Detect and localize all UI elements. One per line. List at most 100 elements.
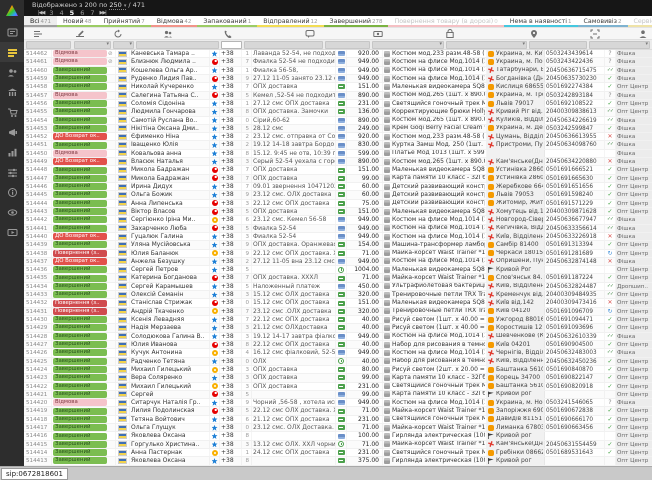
per-page-dropdown[interactable]: 250 ▾ — [109, 1, 126, 10]
table-row[interactable]: 514453 Завершений Нікітіна Оксана Дми.. … — [24, 125, 652, 133]
table-row[interactable]: 514461 Відмова ⊘ Близнюк Людмила .. +38 … — [24, 58, 652, 66]
table-row[interactable]: 514421 Завершений Сергей +38 5 99.00 Кар… — [24, 391, 652, 399]
table-row[interactable]: 514417 Завершений Ольга Глущук +38 0 23.… — [24, 424, 652, 432]
table-row[interactable]: 514460 Завершений Кошелева Ольга Ар.. +3… — [24, 67, 652, 75]
tab-count: 7 — [141, 19, 145, 25]
sidebar-item-marketing[interactable] — [0, 122, 24, 142]
table-row[interactable]: 514413 Завершений Яковлева Оксана +38 8 … — [24, 457, 652, 465]
table-row[interactable]: 514450 Відмова Ковальова анна +38 8 15.1… — [24, 150, 652, 158]
tab-Повернення товару (в дорозі)[interactable]: Повернення товару (в дорозі)0 — [388, 16, 503, 27]
tab-Завершений[interactable]: Завершений278 — [324, 16, 389, 27]
table-row[interactable]: 514420 Відмова Ситарчук Наталія Гр.. +38… — [24, 399, 652, 407]
table-row[interactable]: 514416 Завершений Яковлева Оксана +38 8 … — [24, 432, 652, 440]
sidebar-item-theme[interactable] — [0, 202, 24, 222]
phone-icon[interactable] — [223, 29, 233, 39]
filter-id[interactable] — [26, 41, 71, 49]
call-status-icon[interactable] — [113, 29, 123, 39]
filter-status[interactable] — [74, 41, 111, 49]
table-row[interactable]: 514429 Завершений Надія Мерзаева +38 3 2… — [24, 324, 652, 332]
tab-Самовивіз[interactable]: Самовивіз2 — [578, 16, 628, 27]
table-row[interactable]: 514452 ДО Возврат ок.. Єфименко Ніна +38… — [24, 133, 652, 141]
table-row[interactable]: 514422 Завершений Михаил Гилецький +38 3… — [24, 383, 652, 391]
table-row[interactable]: 514459 Завершений Руденко Лидия Пав.. +3… — [24, 75, 652, 83]
table-row[interactable]: 514434 Завершений Сергей Карамышев +38 5… — [24, 283, 652, 291]
tab-Відправлений[interactable]: Відправлений12 — [257, 16, 323, 27]
payment-type-icon — [336, 349, 347, 356]
filter-city[interactable] — [446, 41, 527, 49]
tab-Прийнятий[interactable]: Прийнятий7 — [98, 16, 151, 27]
table-row[interactable]: 514448 Завершений Микола Бадражан +38 7 … — [24, 166, 652, 174]
comment-icon[interactable] — [305, 29, 315, 39]
table-row[interactable]: 514454 Завершений Самотій Руслана Во.. +… — [24, 117, 652, 125]
table-row[interactable]: 514418 Завершений Тетяна Войтович +38 6 … — [24, 416, 652, 424]
comment-cell: ОПХ доставка — [252, 175, 336, 182]
filter-name[interactable] — [136, 41, 219, 49]
tab-Сервіси[interactable]: Сервіси0 — [628, 16, 652, 27]
table-row[interactable]: 514414 Завершений Анна Пастернак +38 1 2… — [24, 449, 652, 457]
table-row[interactable]: 514441 Завершений Захарченко Люба +38 5 … — [24, 225, 652, 233]
table-row[interactable]: 514436 Завершений Сергей Петров +38 5 10… — [24, 266, 652, 274]
table-row[interactable]: 514440 ДО Возврат ок.. Гуцалюк Галина +3… — [24, 233, 652, 241]
manager-icon[interactable] — [638, 29, 648, 39]
status-edit-icon[interactable] — [75, 29, 85, 39]
products-icon[interactable] — [445, 29, 455, 39]
table-row[interactable]: 514455 Завершений Людмила Гончарова +38 … — [24, 108, 652, 116]
sidebar-item-info[interactable] — [0, 182, 24, 202]
table-row[interactable]: 514424 Завершений Михаил Гилецький +38 3… — [24, 366, 652, 374]
clients-icon[interactable] — [163, 29, 173, 39]
table-row[interactable]: 514419 Завершений Лилия Подолинская +38 … — [24, 407, 652, 415]
tab-Запакований[interactable]: Запакований1 — [197, 16, 257, 27]
sidebar-item-forms[interactable] — [0, 22, 24, 42]
filter-tracking[interactable] — [529, 41, 587, 49]
sidebar-item-reports[interactable] — [0, 142, 24, 162]
sidebar-item-cart[interactable] — [0, 102, 24, 122]
tab-Нема в наявності[interactable]: Нема в наявності1 — [504, 16, 578, 27]
location-icon[interactable] — [529, 29, 539, 39]
sidebar-item-companies[interactable] — [0, 82, 24, 102]
sidebar-item-orders[interactable] — [0, 42, 24, 62]
filter-product[interactable] — [372, 41, 444, 49]
table-row[interactable]: 514439 Завершений Уляна Мусійовська +38 … — [24, 241, 652, 249]
table-row[interactable]: 514457 Відмова Салегина Татьяна С.. +38 … — [24, 92, 652, 100]
product-icon — [384, 292, 390, 298]
table-row[interactable]: 514444 Завершений Анна Липенська +38 3 2… — [24, 200, 652, 208]
table-row[interactable]: 514428 Завершений Солодюкова Галина В.. … — [24, 333, 652, 341]
table-row[interactable]: 514443 Завершений Віктор Власов +38 5 ОП… — [24, 208, 652, 216]
filter-price[interactable] — [325, 41, 370, 49]
table-row[interactable]: 514445 Завершений Ольга Божик +38 9 23.1… — [24, 191, 652, 199]
payment-icon[interactable] — [373, 29, 383, 39]
table-row[interactable]: 514458 Завершений Николай Кучеренко +38 … — [24, 83, 652, 91]
table-row[interactable]: 514438 Повернення (з.. Юлия Баланюк +38 … — [24, 250, 652, 258]
filter-source[interactable] — [589, 41, 650, 49]
table-row[interactable]: 514437 ДО Возврат ок.. Анжела Безушку +3… — [24, 258, 652, 266]
table-row[interactable]: 514425 Завершений Радченко Тетяна +38 0 … — [24, 358, 652, 366]
tab-Відмова[interactable]: Відмова42 — [151, 16, 198, 27]
filter-comment[interactable] — [244, 41, 323, 49]
status-badge: Завершений — [53, 241, 107, 248]
table-row[interactable]: 514449 ДО Возврат ок.. Власюк Наталья +3… — [24, 158, 652, 166]
table-row[interactable]: 514435 Завершений Катерина Богданова +38… — [24, 274, 652, 282]
table-row[interactable]: 514447 Завершений Микола Бадражан +38 7 … — [24, 175, 652, 183]
table-row[interactable]: 514446 Завершений Ирина Дидух +38 7 09.0… — [24, 183, 652, 191]
tab-Новий[interactable]: Новий48 — [57, 16, 97, 27]
filter-country[interactable] — [113, 41, 134, 49]
table-row[interactable]: 514430 Завершений Ксенія Левадняя +38 7 … — [24, 316, 652, 324]
table-row[interactable]: 514456 Завершений Соломія Сідоніна +38 1… — [24, 100, 652, 108]
table-row[interactable]: 514432 Повернення (з.. Станіслав Стрижак… — [24, 299, 652, 307]
table-row[interactable]: 514431 Повернення (з.. Андрій Ткаченко +… — [24, 308, 652, 316]
table-row[interactable]: 514451 Завершений Іващенко Юлія +38 2 19… — [24, 141, 652, 149]
tab-Всі[interactable]: Всі471 — [24, 16, 57, 27]
sidebar-item-clients[interactable] — [0, 62, 24, 82]
table-row[interactable]: 514415 Завершений Горгулько Христина.. +… — [24, 441, 652, 449]
tracking-icon[interactable] — [590, 29, 600, 39]
table-row[interactable]: 514462 Відмова ⊘ Каневська Тамара .. +38… — [24, 50, 652, 58]
table-row[interactable]: 514442 Завершений Сергіюнко Іріна Ми.. +… — [24, 216, 652, 224]
table-row[interactable]: 514427 Завершений Юлия Иванова +38 8 22.… — [24, 341, 652, 349]
table-row[interactable]: 514426 Завершений Кучук Антонина +38 4 1… — [24, 349, 652, 357]
orders-list-icon[interactable] — [33, 29, 43, 39]
sidebar-item-video[interactable] — [0, 222, 24, 242]
table-row[interactable]: 514433 Завершений Олексій Семанін +38 3 … — [24, 291, 652, 299]
sidebar-item-settings[interactable] — [0, 162, 24, 182]
filter-phone-input[interactable] — [221, 41, 242, 49]
table-row[interactable]: 514423 Завершений Вера Соляренко +38 3 О… — [24, 374, 652, 382]
